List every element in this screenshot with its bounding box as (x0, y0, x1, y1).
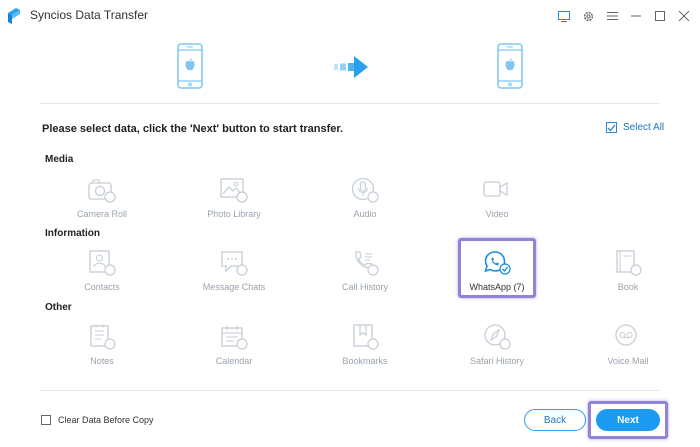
item-label: Safari History (469, 356, 524, 366)
item-label: Message Chats (202, 282, 266, 292)
item-label: Call History (341, 282, 388, 292)
data-item-book[interactable]: Book (583, 248, 673, 298)
item-label: Calendar (215, 356, 253, 366)
select-all-label: Select All (623, 122, 665, 133)
transfer-arrow-icon (334, 56, 368, 78)
data-item-calendar[interactable]: Calendar (189, 322, 279, 372)
microphone-icon (350, 175, 380, 205)
message-icon (219, 248, 249, 278)
minimize-icon[interactable] (626, 6, 646, 26)
photo-icon (219, 175, 249, 205)
camera-icon (87, 175, 117, 205)
whatsapp-icon (482, 248, 512, 278)
data-item-contacts[interactable]: Contacts (57, 248, 147, 298)
select-all-checkbox[interactable]: Select All (606, 122, 664, 133)
item-label: WhatsApp (7) (469, 282, 525, 292)
divider (40, 103, 660, 104)
data-item-bookmarks[interactable]: Bookmarks (320, 322, 410, 372)
maximize-icon[interactable] (650, 6, 670, 26)
title-bar: Syncios Data Transfer (0, 0, 700, 32)
instruction-text: Please select data, click the 'Next' but… (42, 123, 344, 135)
item-label: Notes (90, 356, 114, 366)
item-label: Photo Library (207, 209, 261, 219)
clear-data-label: Clear Data Before Copy (58, 415, 154, 425)
data-item-call-history[interactable]: Call History (320, 248, 410, 298)
item-label: Camera Roll (76, 209, 127, 219)
transfer-hero (0, 32, 700, 102)
data-item-photo-library[interactable]: Photo Library (189, 175, 279, 225)
item-label: Audio (353, 209, 377, 219)
close-icon[interactable] (674, 6, 694, 26)
data-item-audio[interactable]: Audio (320, 175, 410, 225)
data-item-video[interactable]: Video (452, 175, 542, 225)
source-phone-icon (177, 43, 203, 89)
gear-icon[interactable] (578, 6, 598, 26)
item-label: Video (485, 209, 509, 219)
back-button[interactable]: Back (524, 409, 586, 431)
voicemail-icon (613, 322, 643, 352)
checkbox-unchecked-icon[interactable] (41, 415, 51, 425)
compass-icon (482, 322, 512, 352)
section-title-other: Other (45, 302, 72, 313)
calendar-icon (219, 322, 249, 352)
data-item-notes[interactable]: Notes (57, 322, 147, 372)
clear-data-checkbox[interactable]: Clear Data Before Copy (41, 415, 154, 425)
menu-icon[interactable] (602, 6, 622, 26)
bookmark-icon (350, 322, 380, 352)
section-title-information: Information (45, 228, 100, 239)
data-item-camera-roll[interactable]: Camera Roll (57, 175, 147, 225)
item-label: Book (617, 282, 639, 292)
data-item-message-chats[interactable]: Message Chats (189, 248, 279, 298)
next-button[interactable]: Next (596, 409, 660, 431)
contacts-icon (87, 248, 117, 278)
notes-icon (87, 322, 117, 352)
divider (40, 390, 660, 391)
phone-icon (350, 248, 380, 278)
section-title-media: Media (45, 154, 74, 165)
data-item-voice-mail[interactable]: Voice Mail (583, 322, 673, 372)
item-label: Contacts (84, 282, 120, 292)
book-icon (613, 248, 643, 278)
feedback-icon[interactable] (554, 6, 574, 26)
video-camera-icon (482, 175, 512, 205)
target-phone-icon (497, 43, 523, 89)
data-item-whatsapp[interactable]: WhatsApp (7) (452, 248, 542, 298)
checkbox-checked-icon[interactable] (606, 122, 617, 133)
item-label: Bookmarks (342, 356, 388, 366)
data-item-safari-history[interactable]: Safari History (452, 322, 542, 372)
item-label: Voice Mail (607, 356, 649, 366)
app-logo-icon (8, 8, 20, 24)
app-title: Syncios Data Transfer (30, 8, 149, 22)
